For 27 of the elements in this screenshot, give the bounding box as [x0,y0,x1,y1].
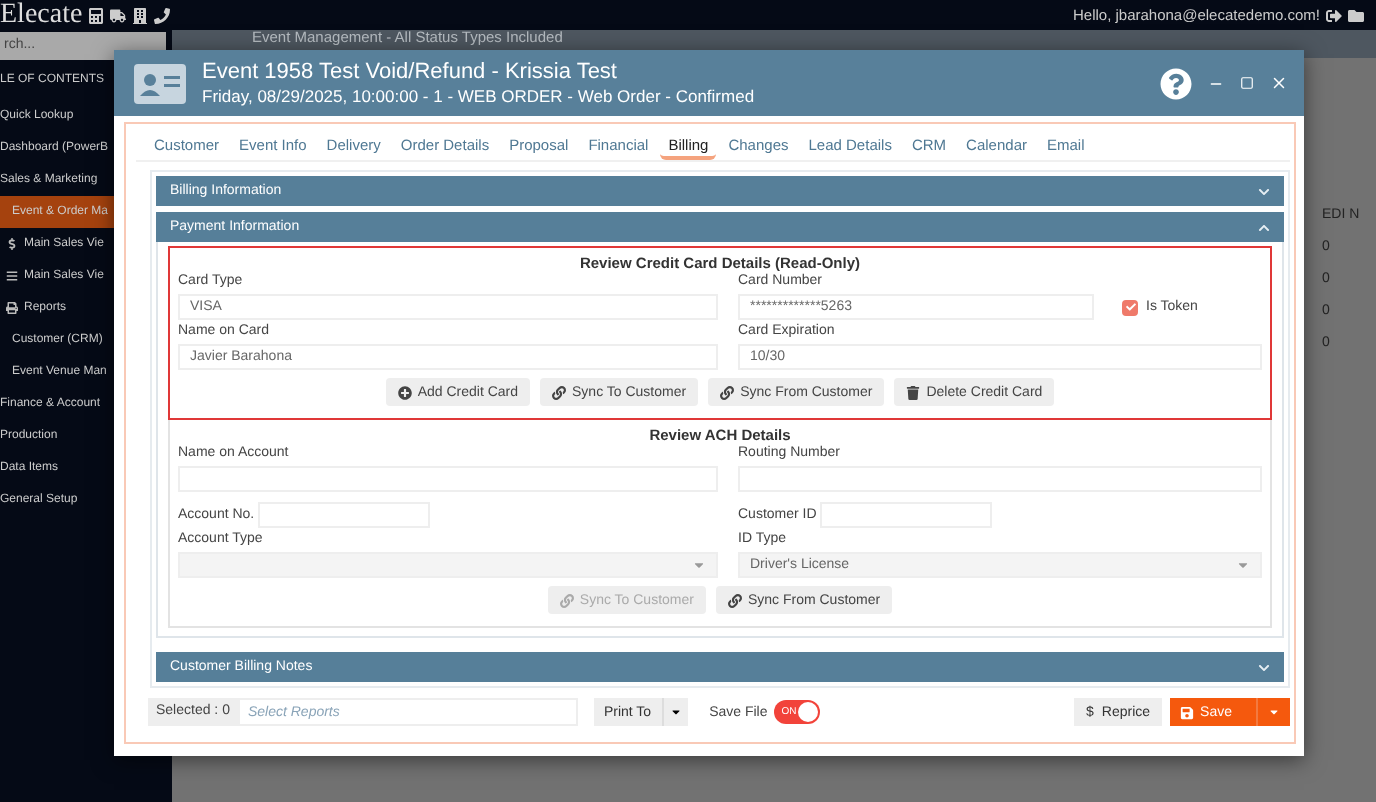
list-icon [6,270,18,282]
save-icon [1180,705,1195,719]
help-icon[interactable] [1160,67,1192,99]
building-icon[interactable] [132,7,149,23]
link-icon [720,385,735,399]
dialog-subtitle: Friday, 08/29/2025, 10:00:00 - 1 - WEB ORDER - Web Order - Confirmed [202,86,755,106]
dialog-title: Event 1958 Test Void/Refund - Krissia Test [202,60,619,84]
phone-icon[interactable] [154,7,171,23]
folder-icon[interactable] [1348,7,1364,23]
link-icon [559,593,574,607]
select-field[interactable] [178,552,718,578]
maximize-icon[interactable] [1240,76,1254,90]
truck-icon[interactable] [110,7,127,23]
caret-icon [1236,558,1250,572]
trash-icon [906,385,921,399]
printer-icon [6,302,18,314]
id-card-icon [134,63,186,103]
calculator-icon[interactable] [88,7,105,23]
plus-icon [397,385,412,399]
checkbox[interactable] [1122,299,1138,315]
close-icon[interactable] [1270,74,1288,92]
dollar-icon [6,238,18,250]
sign-out-icon[interactable] [1326,7,1342,23]
logo[interactable]: Elecate [0,0,83,31]
link-icon [552,385,567,399]
caret-icon [692,558,706,572]
link-icon [727,593,742,607]
